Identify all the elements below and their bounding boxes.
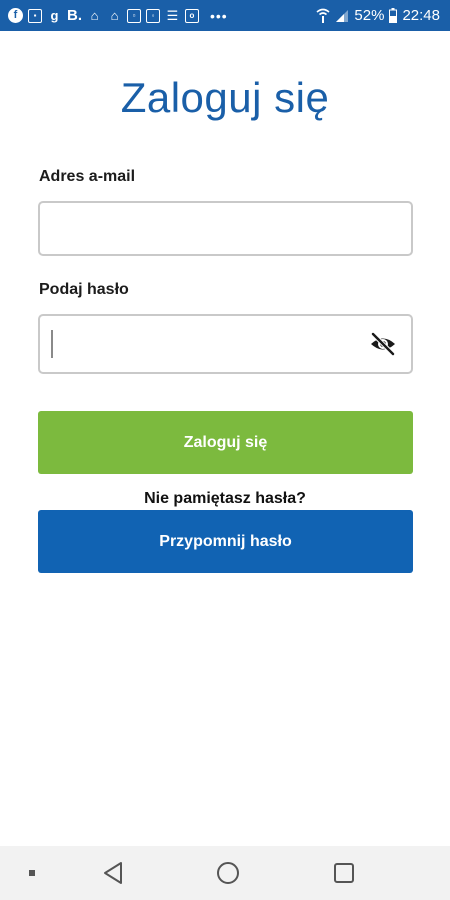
signal-icon <box>335 9 349 23</box>
remind-password-button[interactable]: Przypomnij hasło <box>38 510 413 573</box>
screenshot-icon: ▫ <box>127 8 141 23</box>
eye-off-icon[interactable] <box>369 331 397 357</box>
gallery-icon: ▪ <box>28 8 42 23</box>
page-title: Zaloguj się <box>120 74 330 121</box>
email-field-container <box>38 201 413 256</box>
booking-icon: B. <box>67 7 82 24</box>
overflow-dots: ••• <box>210 7 228 24</box>
home-circle-icon[interactable] <box>208 846 248 900</box>
password-field[interactable] <box>40 316 411 372</box>
navigation-bar <box>0 846 450 900</box>
password-field-container <box>38 314 413 374</box>
back-icon[interactable] <box>95 846 131 900</box>
forgot-password-text: Nie pamiętasz hasła? <box>144 490 306 507</box>
app-g-icon: ɡ <box>50 8 59 23</box>
home-alt-icon: ⌂ <box>110 8 119 23</box>
instagram-icon: ◦ <box>146 8 160 23</box>
system-status: 52% 22:48 <box>316 7 440 24</box>
email-field[interactable] <box>40 203 411 254</box>
password-label: Podaj hasło <box>39 281 129 298</box>
dot-icon[interactable] <box>22 846 42 900</box>
outlook-icon: o <box>185 8 199 23</box>
login-button[interactable]: Zaloguj się <box>38 411 413 474</box>
notification-icons: f ▪ ɡ B. ⌂ ⌂ ▫ ◦ ☰ o ••• <box>8 8 228 24</box>
email-label: Adres a-mail <box>39 168 136 185</box>
text-cursor <box>51 330 53 358</box>
clock: 22:48 <box>402 7 440 24</box>
recents-icon[interactable] <box>326 846 362 900</box>
wifi-call-icon <box>316 8 330 24</box>
battery-percent: 52% <box>354 7 385 24</box>
status-bar: f ▪ ɡ B. ⌂ ⌂ ▫ ◦ ☰ o ••• 52% 22:48 <box>0 0 450 31</box>
home-icon: ⌂ <box>90 8 99 23</box>
list-icon: ☰ <box>166 8 179 23</box>
facebook-icon: f <box>8 8 23 23</box>
battery-icon <box>389 8 398 23</box>
